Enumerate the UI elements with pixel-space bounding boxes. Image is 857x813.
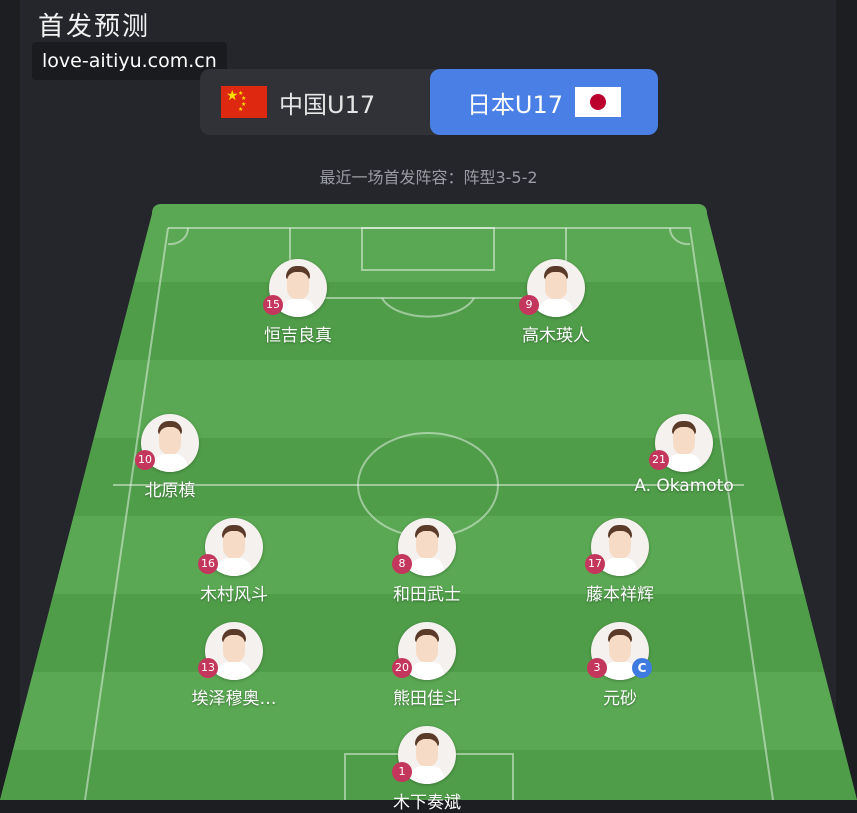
jersey-number-badge: 20 [392,658,412,678]
player-name: 恒吉良真 [264,326,332,346]
team-switch: ★ ★ ★ ★ ★ 中国U17 日本U17 [200,69,658,135]
jersey-number-badge: 9 [519,295,539,315]
player-card[interactable]: 9 高木瑛人 [471,259,641,346]
china-flag-icon: ★ ★ ★ ★ ★ [221,86,267,118]
captain-badge: C [632,658,652,678]
player-name: 熊田佳斗 [393,689,461,709]
page-title: 首发预测 [38,12,151,42]
home-team-name: 中国U17 [279,90,376,119]
player-name: 木村风斗 [200,585,268,605]
jersey-number-badge: 21 [649,450,669,470]
jersey-number-badge: 3 [587,658,607,678]
player-card[interactable]: 10 北原槙 [85,414,255,501]
player-card[interactable]: 3 C 元砂 [535,622,705,709]
player-card[interactable]: 13 埃泽穆奥… [149,622,319,709]
player-name: 藤本祥辉 [586,585,654,605]
player-card[interactable]: 16 木村风斗 [149,518,319,605]
japan-flag-icon [575,87,622,117]
jersey-number-badge: 1 [392,762,412,782]
pitch: 15 恒吉良真 9 高木瑛人 10 北原槙 21 A. Okamoto 16 木… [0,204,857,813]
player-card[interactable]: 17 藤本祥辉 [535,518,705,605]
player-card[interactable]: 15 恒吉良真 [213,259,383,346]
player-name: 元砂 [603,689,637,709]
away-team-name: 日本U17 [466,90,564,119]
player-card[interactable]: 8 和田武士 [342,518,512,605]
player-name: 埃泽穆奥… [191,689,277,709]
jersey-number-badge: 10 [135,450,155,470]
player-name: 北原槙 [144,481,196,501]
player-card[interactable]: 21 A. Okamoto [599,414,769,496]
tab-away-team[interactable]: 日本U17 [430,69,658,135]
jersey-number-badge: 17 [585,554,605,574]
player-card[interactable]: 20 熊田佳斗 [342,622,512,709]
player-name: 和田武士 [393,585,461,605]
watermark-text: love-aitiyu.com.cn [32,42,227,80]
jersey-number-badge: 8 [392,554,412,574]
pitch-graphic [0,204,857,800]
player-name: 高木瑛人 [522,326,590,346]
jersey-number-badge: 16 [198,554,218,574]
tab-home-team[interactable]: ★ ★ ★ ★ ★ 中国U17 [200,69,430,135]
jersey-number-badge: 13 [198,658,218,678]
player-name: A. Okamoto [634,476,734,496]
player-name: 木下奏斌 [393,793,461,813]
formation-label: 最近一场首发阵容：阵型3-5-2 [319,168,538,187]
jersey-number-badge: 15 [263,295,283,315]
